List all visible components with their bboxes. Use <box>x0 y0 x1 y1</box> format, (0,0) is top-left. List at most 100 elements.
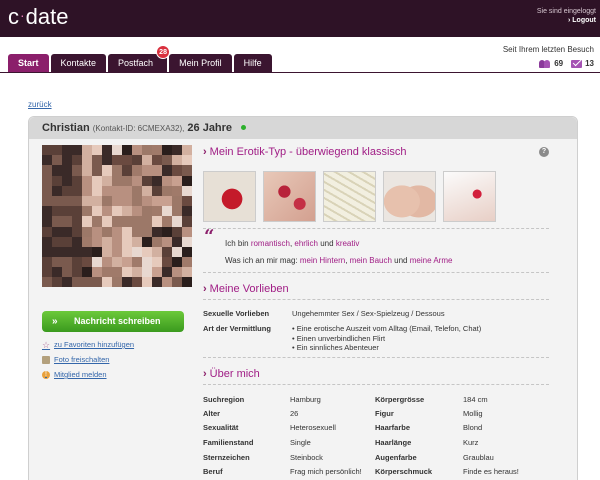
about-value: Steinbock <box>290 453 323 462</box>
photo-pixel <box>92 175 102 186</box>
nav-divider <box>0 72 600 73</box>
photo-pixel <box>62 277 72 287</box>
chevron-right-icon: › <box>203 146 207 158</box>
photo-pixel <box>72 246 82 258</box>
photo-pixel <box>102 236 112 247</box>
photo-pixel <box>92 145 102 156</box>
image-thumbnail[interactable] <box>383 171 436 222</box>
tab-hilfe[interactable]: Hilfe <box>233 54 272 73</box>
photo-pixel <box>82 155 92 166</box>
mediation-type-list: Eine erotische Auszeit vom Alltag (Email… <box>292 324 482 353</box>
photo-pixel <box>122 185 132 196</box>
likes-line: Was ich an mir mag: mein Hintern, mein B… <box>225 256 453 265</box>
photo-pixel <box>172 195 182 207</box>
logo-right: date <box>25 4 69 29</box>
profile-photo-pixelated[interactable] <box>42 145 192 287</box>
photo-pixel <box>172 246 182 258</box>
photo-pixel <box>142 175 152 186</box>
cdate-logo[interactable]: c·date <box>8 4 69 30</box>
about-label: Figur <box>375 409 394 418</box>
photo-pixel <box>62 185 72 196</box>
image-thumbnail[interactable] <box>263 171 316 222</box>
photo-pixel <box>62 257 72 268</box>
visitors-counter[interactable]: 69 <box>539 59 563 68</box>
photo-pixel <box>132 155 142 166</box>
photo-pixel <box>122 226 132 237</box>
about-value: Heterosexuell <box>290 423 336 432</box>
double-arrow-icon: » <box>52 316 57 327</box>
profile-header: Christian (Kontakt-ID: 6CMEXA32), 26 Jah… <box>29 117 577 139</box>
photo-pixel <box>102 165 112 176</box>
about-label: Augenfarbe <box>375 453 417 462</box>
photo-pixel <box>102 145 112 156</box>
about-me-heading: › Über mich <box>203 368 260 380</box>
photo-pixel <box>152 185 162 196</box>
photo-pixel <box>42 246 52 258</box>
tab-kontakte[interactable]: Kontakte <box>50 54 107 73</box>
logo-dot: · <box>20 7 25 23</box>
photo-pixel <box>162 195 172 207</box>
add-favorite-link[interactable]: ☆ zu Favoriten hinzufügen <box>42 340 134 349</box>
photo-pixel <box>42 145 52 156</box>
top-header: c·date Sie sind eingeloggt › Logout <box>0 0 600 37</box>
about-value: Mollig <box>463 409 483 418</box>
tab-postfach[interactable]: Postfach 28 <box>108 45 171 73</box>
photo-pixel <box>142 206 152 217</box>
photo-pixel <box>52 175 62 186</box>
write-message-button[interactable]: » Nachricht schreiben <box>42 311 184 332</box>
photo-pixel <box>72 267 82 278</box>
photo-pixel <box>122 267 132 278</box>
photo-pixel <box>52 277 62 287</box>
photo-pixel <box>182 165 192 176</box>
unlock-photo-link[interactable]: Foto freischalten <box>42 355 109 364</box>
tab-start[interactable]: Start <box>8 54 49 73</box>
photo-pixel <box>82 226 92 237</box>
image-thumbnail[interactable] <box>443 171 496 222</box>
photo-pixel <box>182 206 192 217</box>
photo-pixel <box>122 257 132 268</box>
photo-pixel <box>72 145 82 156</box>
mail-counter[interactable]: 13 <box>571 59 594 68</box>
photo-pixel <box>102 175 112 186</box>
photo-pixel <box>42 175 52 186</box>
image-thumbnail[interactable] <box>203 171 256 222</box>
profile-name: Christian <box>42 122 90 134</box>
last-visit-label: Seit Ihrem letzten Besuch <box>502 45 594 54</box>
photo-pixel <box>132 206 142 217</box>
photo-pixel <box>82 257 92 268</box>
about-value: 26 <box>290 409 299 418</box>
photo-pixel <box>42 267 52 278</box>
report-member-link[interactable]: ! Mitglied melden <box>42 370 107 379</box>
photo-pixel <box>172 145 182 156</box>
photo-pixel <box>152 226 162 237</box>
photo-pixel <box>162 226 172 237</box>
tab-mein-profil[interactable]: Mein Profil <box>169 54 232 73</box>
contact-id: (Kontakt-ID: 6CMEXA32), <box>92 124 185 133</box>
photo-pixel <box>132 216 142 227</box>
logout-link[interactable]: › Logout <box>537 16 596 25</box>
photo-pixel <box>52 226 62 237</box>
list-item: Eine erotische Auszeit vom Alltag (Email… <box>292 324 482 334</box>
image-thumbnail[interactable] <box>323 171 376 222</box>
about-label: Haarfarbe <box>375 423 411 432</box>
photo-pixel <box>122 277 132 287</box>
photo-pixel <box>122 165 132 176</box>
photo-pixel <box>102 226 112 237</box>
photo-pixel <box>162 155 172 166</box>
photo-pixel <box>102 277 112 287</box>
photo-pixel <box>162 236 172 247</box>
photo-pixel <box>82 216 92 227</box>
help-icon[interactable]: ? <box>539 147 549 157</box>
photo-pixel <box>112 236 122 247</box>
photo-pixel <box>112 155 122 166</box>
photo-pixel <box>142 165 152 176</box>
photo-pixel <box>162 185 172 196</box>
photo-pixel <box>82 175 92 186</box>
photo-pixel <box>42 236 52 247</box>
photo-pixel <box>152 236 162 247</box>
photo-pixel <box>152 195 162 207</box>
photo-pixel <box>122 236 132 247</box>
photo-pixel <box>42 216 52 227</box>
photo-pixel <box>62 206 72 217</box>
back-link[interactable]: zurück <box>28 100 52 109</box>
